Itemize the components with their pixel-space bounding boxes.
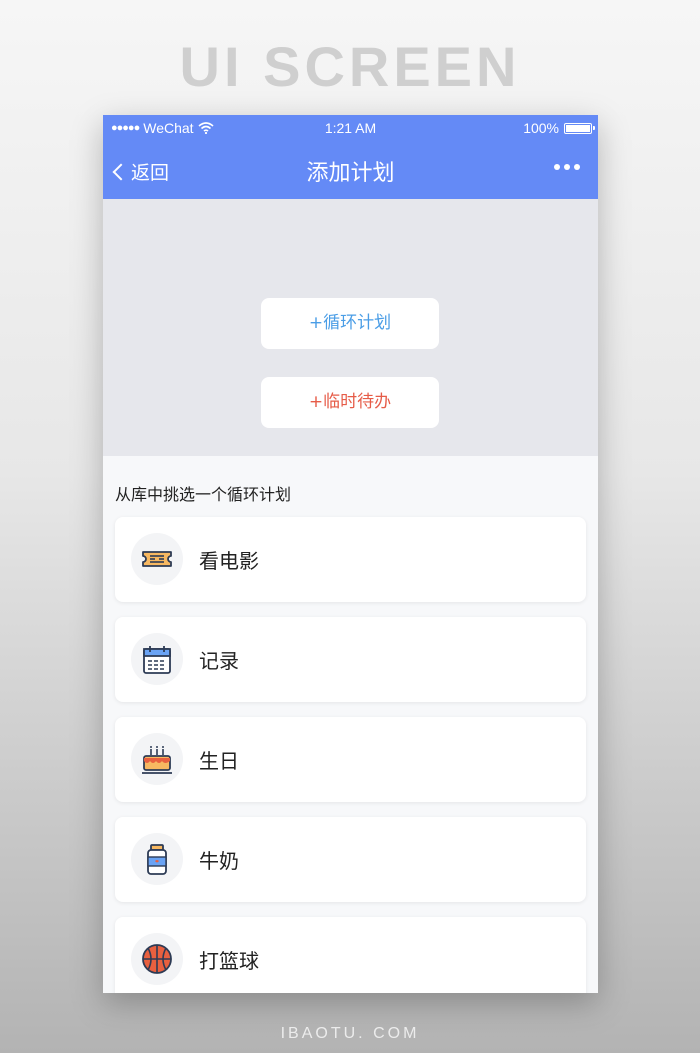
library-item-basketball[interactable]: 打篮球: [115, 917, 586, 993]
nav-bar: 返回 添加计划: [103, 141, 598, 199]
status-right: 100%: [523, 120, 595, 136]
phone-screen: ●●●●● WeChat 1:21 AM 100% 返回 添加计划 +循环计划 …: [103, 115, 598, 993]
more-dot-icon: [564, 164, 570, 170]
icon-circle: [131, 833, 183, 885]
page-header-title: UI SCREEN: [179, 35, 521, 98]
basketball-icon: [142, 944, 172, 974]
icon-circle: [131, 733, 183, 785]
library-item-label: 记录: [199, 649, 239, 673]
library-item-label: 看电影: [199, 549, 259, 573]
more-options-button[interactable]: [554, 164, 580, 170]
library-item-label: 打篮球: [199, 949, 259, 973]
add-todo-button[interactable]: +临时待办: [261, 377, 439, 428]
page-footer: IBAOTU. COM: [280, 1025, 420, 1042]
status-bar: ●●●●● WeChat 1:21 AM 100%: [103, 115, 598, 141]
icon-circle: [131, 533, 183, 585]
add-loop-plan-button[interactable]: +循环计划: [261, 298, 439, 349]
library-item-label: 生日: [199, 749, 239, 773]
page-title: 添加计划: [306, 161, 395, 186]
library-item-milk[interactable]: 牛奶: [115, 817, 586, 902]
milk-jar-icon: [147, 844, 167, 875]
library-item-movie[interactable]: 看电影: [115, 517, 586, 602]
calendar-icon: [143, 646, 171, 674]
cake-icon: [142, 746, 172, 774]
add-plan-panel: +循环计划 +临时待办: [103, 199, 598, 456]
library-item-label: 牛奶: [199, 849, 239, 873]
icon-circle: [131, 933, 183, 985]
more-dot-icon: [574, 164, 580, 170]
library-item-birthday[interactable]: 生日: [115, 717, 586, 802]
more-dot-icon: [554, 164, 560, 170]
icon-circle: [131, 633, 183, 685]
library-item-record[interactable]: 记录: [115, 617, 586, 702]
battery-icon: [564, 122, 595, 134]
ticket-icon: [142, 551, 172, 567]
battery-percent: 100%: [523, 120, 559, 136]
library-section-title: 从库中挑选一个循环计划: [115, 485, 292, 504]
